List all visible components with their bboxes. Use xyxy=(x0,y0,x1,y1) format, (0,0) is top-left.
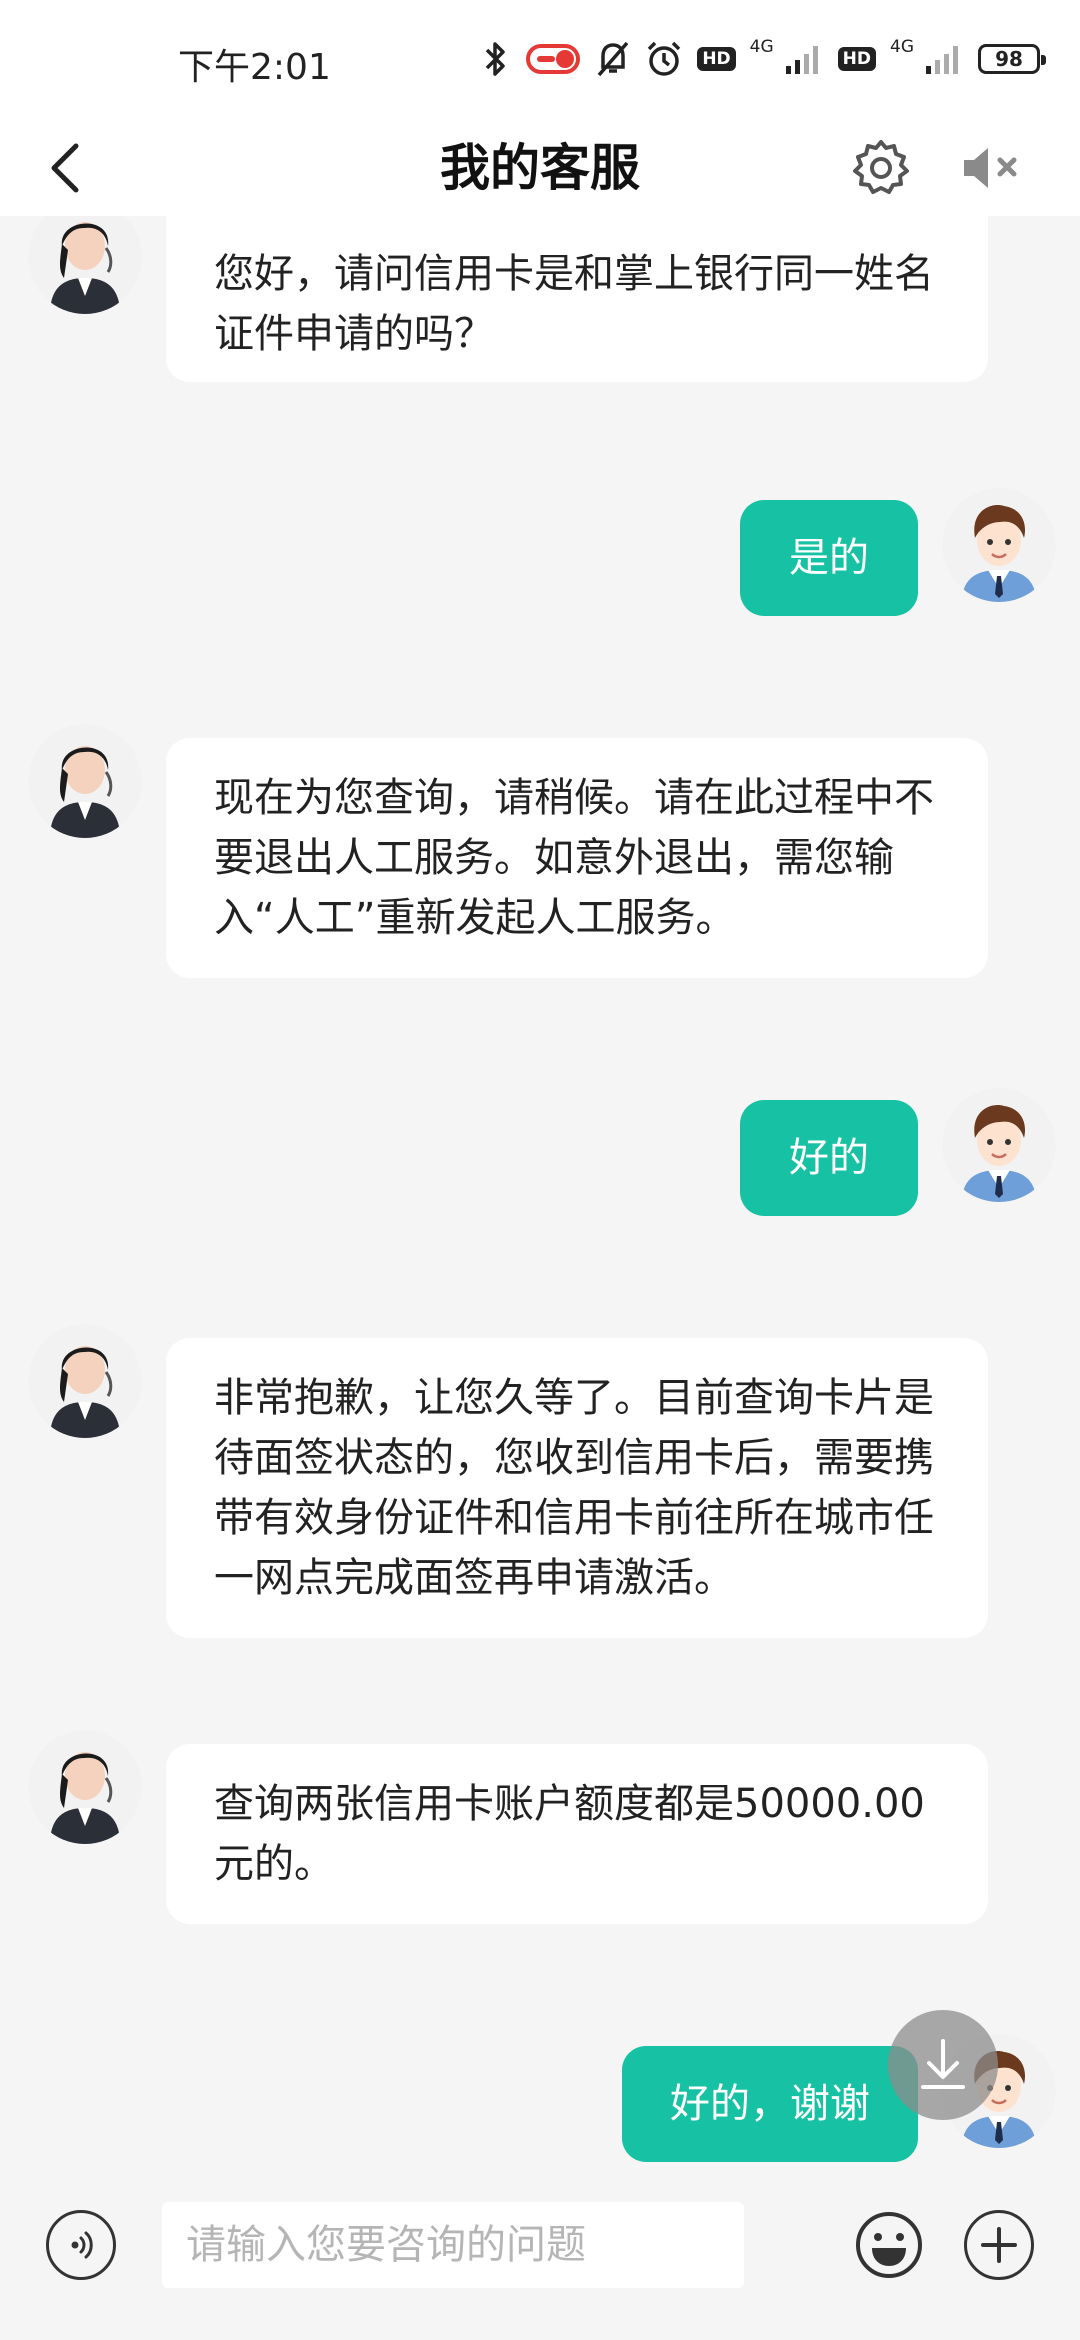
hd-badge: HD xyxy=(837,47,876,71)
agent-avatar xyxy=(28,724,142,838)
user-message: 是的 xyxy=(740,500,918,616)
scroll-to-bottom-button[interactable] xyxy=(888,2010,998,2120)
signal-icon xyxy=(784,42,824,76)
message-text: 您好，请问信用卡是和掌上银行同一姓名证件申请的吗？ xyxy=(214,251,934,357)
agent-avatar xyxy=(28,1730,142,1844)
bell-muted-icon xyxy=(595,39,631,79)
agent-avatar xyxy=(28,216,142,314)
status-time: 下午2:01 xyxy=(178,47,331,88)
message-text: 非常抱歉，让您久等了。目前查询卡片是待面签状态的，您收到信用卡后，需要携带有效身… xyxy=(214,1375,934,1601)
download-arrow-icon xyxy=(921,2039,965,2089)
chat-area[interactable]: 您好，请问信用卡是和掌上银行同一姓名证件申请的吗？ 是的 现在为您查询，请稍候。… xyxy=(0,216,1080,2174)
message-input[interactable] xyxy=(162,2202,744,2288)
back-button[interactable] xyxy=(36,120,96,216)
more-options-button[interactable] xyxy=(964,2210,1034,2280)
speaker-muted-icon xyxy=(964,148,1017,188)
message-text: 是的 xyxy=(789,535,869,581)
user-message: 好的，谢谢 xyxy=(622,2046,918,2162)
emoji-icon xyxy=(856,2212,922,2278)
message-text: 查询两张信用卡账户额度都是50000.00元的。 xyxy=(214,1781,925,1887)
battery-level: 98 xyxy=(995,47,1023,71)
agent-message: 您好，请问信用卡是和掌上银行同一姓名证件申请的吗？ xyxy=(166,216,988,382)
chevron-left-icon xyxy=(51,143,79,193)
settings-button[interactable] xyxy=(846,120,916,216)
alarm-icon xyxy=(645,39,683,79)
gear-icon xyxy=(853,140,909,194)
network-type: 4G xyxy=(749,37,774,57)
hd-badge: HD xyxy=(697,47,736,71)
message-text: 好的 xyxy=(789,1135,869,1181)
voice-button[interactable] xyxy=(46,2210,116,2280)
user-avatar xyxy=(942,488,1056,602)
signal-icon xyxy=(924,42,964,76)
agent-message: 查询两张信用卡账户额度都是50000.00元的。 xyxy=(166,1744,988,1924)
message-text: 好的，谢谢 xyxy=(670,2081,870,2127)
agent-message: 非常抱歉，让您久等了。目前查询卡片是待面签状态的，您收到信用卡后，需要携带有效身… xyxy=(166,1338,988,1638)
input-bar xyxy=(0,2174,1080,2340)
user-message: 好的 xyxy=(740,1100,918,1216)
recording-pill-icon xyxy=(525,42,581,76)
voice-icon xyxy=(71,2231,93,2259)
user-avatar xyxy=(942,1088,1056,1202)
emoji-button[interactable] xyxy=(854,2210,924,2280)
plus-icon xyxy=(981,2227,1017,2263)
agent-avatar xyxy=(28,1324,142,1438)
agent-message: 现在为您查询，请稍候。请在此过程中不要退出人工服务。如意外退出，需您输入“人工”… xyxy=(166,738,988,978)
status-bar: 下午2:01 HD 4G HD 4G 98 xyxy=(0,0,1080,120)
bluetooth-icon xyxy=(481,39,511,79)
page-title: 我的客服 xyxy=(440,139,640,197)
header: 我的客服 xyxy=(0,120,1080,216)
battery-icon: 98 xyxy=(978,44,1046,74)
status-icons: HD 4G HD 4G 98 xyxy=(481,34,1046,84)
mute-button[interactable] xyxy=(956,120,1026,216)
network-type: 4G xyxy=(890,37,914,57)
message-text: 现在为您查询，请稍候。请在此过程中不要退出人工服务。如意外退出，需您输入“人工”… xyxy=(214,775,934,941)
